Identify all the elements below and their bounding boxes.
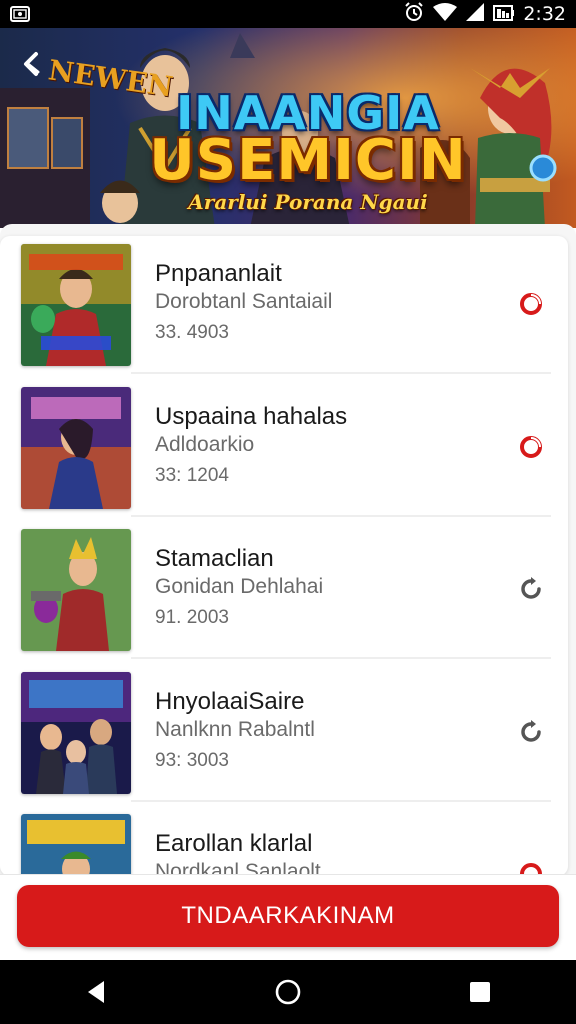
refresh-icon[interactable] xyxy=(518,719,544,745)
bottom-action-area: TNDAARKAKINAM xyxy=(0,874,576,961)
system-nav-bar xyxy=(0,960,576,1024)
refresh-icon[interactable] xyxy=(518,576,544,602)
alarm-icon xyxy=(403,1,425,28)
game-thumbnail xyxy=(21,244,131,366)
game-list: Pnpananlait Dorobtanl Santaiail 33. 4903 xyxy=(0,236,568,874)
hero-subtitle: Ararlui Porana Ngaui xyxy=(188,190,428,214)
record-icon[interactable] xyxy=(518,291,544,317)
list-divider xyxy=(131,372,551,374)
item-meta: 33. 4903 xyxy=(155,322,229,343)
item-meta: 33: 1204 xyxy=(155,465,229,486)
circle-home-icon xyxy=(275,979,301,1005)
wifi-icon xyxy=(433,2,458,27)
list-item[interactable]: Earollan klarlal Nordkanl Sanlaolt xyxy=(0,806,568,874)
hero-banner: NEWEN INAANGIA USEMICIN Ararlui Porana N… xyxy=(0,28,576,228)
record-icon[interactable] xyxy=(518,434,544,460)
list-divider xyxy=(131,800,551,802)
nav-recents-button[interactable] xyxy=(450,962,510,1022)
item-subtitle: Nanlknn Rabalntl xyxy=(155,718,315,741)
item-title: Uspaaina hahalas xyxy=(155,403,348,430)
game-thumbnail xyxy=(21,814,131,874)
item-title: Stamaclian xyxy=(155,545,274,572)
list-divider xyxy=(131,657,551,659)
app-notification-icon xyxy=(10,6,30,22)
game-thumbnail xyxy=(21,672,131,794)
list-item[interactable]: Pnpananlait Dorobtanl Santaiail 33. 4903 xyxy=(0,236,568,378)
signal-icon xyxy=(465,2,485,27)
square-recents-icon xyxy=(470,982,490,1002)
list-divider xyxy=(131,515,551,517)
status-left xyxy=(10,6,30,22)
game-list-panel: Pnpananlait Dorobtanl Santaiail 33. 4903 xyxy=(0,224,576,874)
screen: 2:32 NEWEN INAANGIA USEMICIN Ararlui Por… xyxy=(0,0,576,1024)
triangle-back-icon xyxy=(88,981,104,1003)
game-thumbnail xyxy=(21,387,131,509)
game-thumbnail xyxy=(21,529,131,651)
item-meta: 91. 2003 xyxy=(155,607,229,628)
item-title: Pnpananlait xyxy=(155,260,282,287)
back-arrow-icon xyxy=(24,52,40,76)
item-title: Earollan klarlal xyxy=(155,830,313,857)
primary-action-button[interactable]: TNDAARKAKINAM xyxy=(17,885,559,947)
hero-title-line2: USEMICIN xyxy=(149,128,467,193)
status-right: 2:32 xyxy=(403,1,566,28)
list-item[interactable]: Stamaclian Gonidan Dehlahai 91. 2003 xyxy=(0,521,568,663)
list-item[interactable]: HnyolaaiSaire Nanlknn Rabalntl 93: 3003 xyxy=(0,664,568,806)
battery-icon xyxy=(493,2,515,27)
item-subtitle: Adldoarkio xyxy=(155,433,255,456)
back-button[interactable] xyxy=(12,44,52,84)
item-title: HnyolaaiSaire xyxy=(155,688,305,715)
status-time: 2:32 xyxy=(523,3,566,25)
status-bar: 2:32 xyxy=(0,0,576,28)
item-subtitle: Nordkanl Sanlaolt xyxy=(155,860,321,874)
list-item[interactable]: Uspaaina hahalas Adldoarkio 33: 1204 xyxy=(0,379,568,521)
item-meta: 93: 3003 xyxy=(155,750,229,771)
nav-back-button[interactable] xyxy=(66,962,126,1022)
nav-home-button[interactable] xyxy=(258,962,318,1022)
item-subtitle: Gonidan Dehlahai xyxy=(155,575,324,598)
item-subtitle: Dorobtanl Santaiail xyxy=(155,290,333,313)
record-icon[interactable] xyxy=(518,861,544,874)
